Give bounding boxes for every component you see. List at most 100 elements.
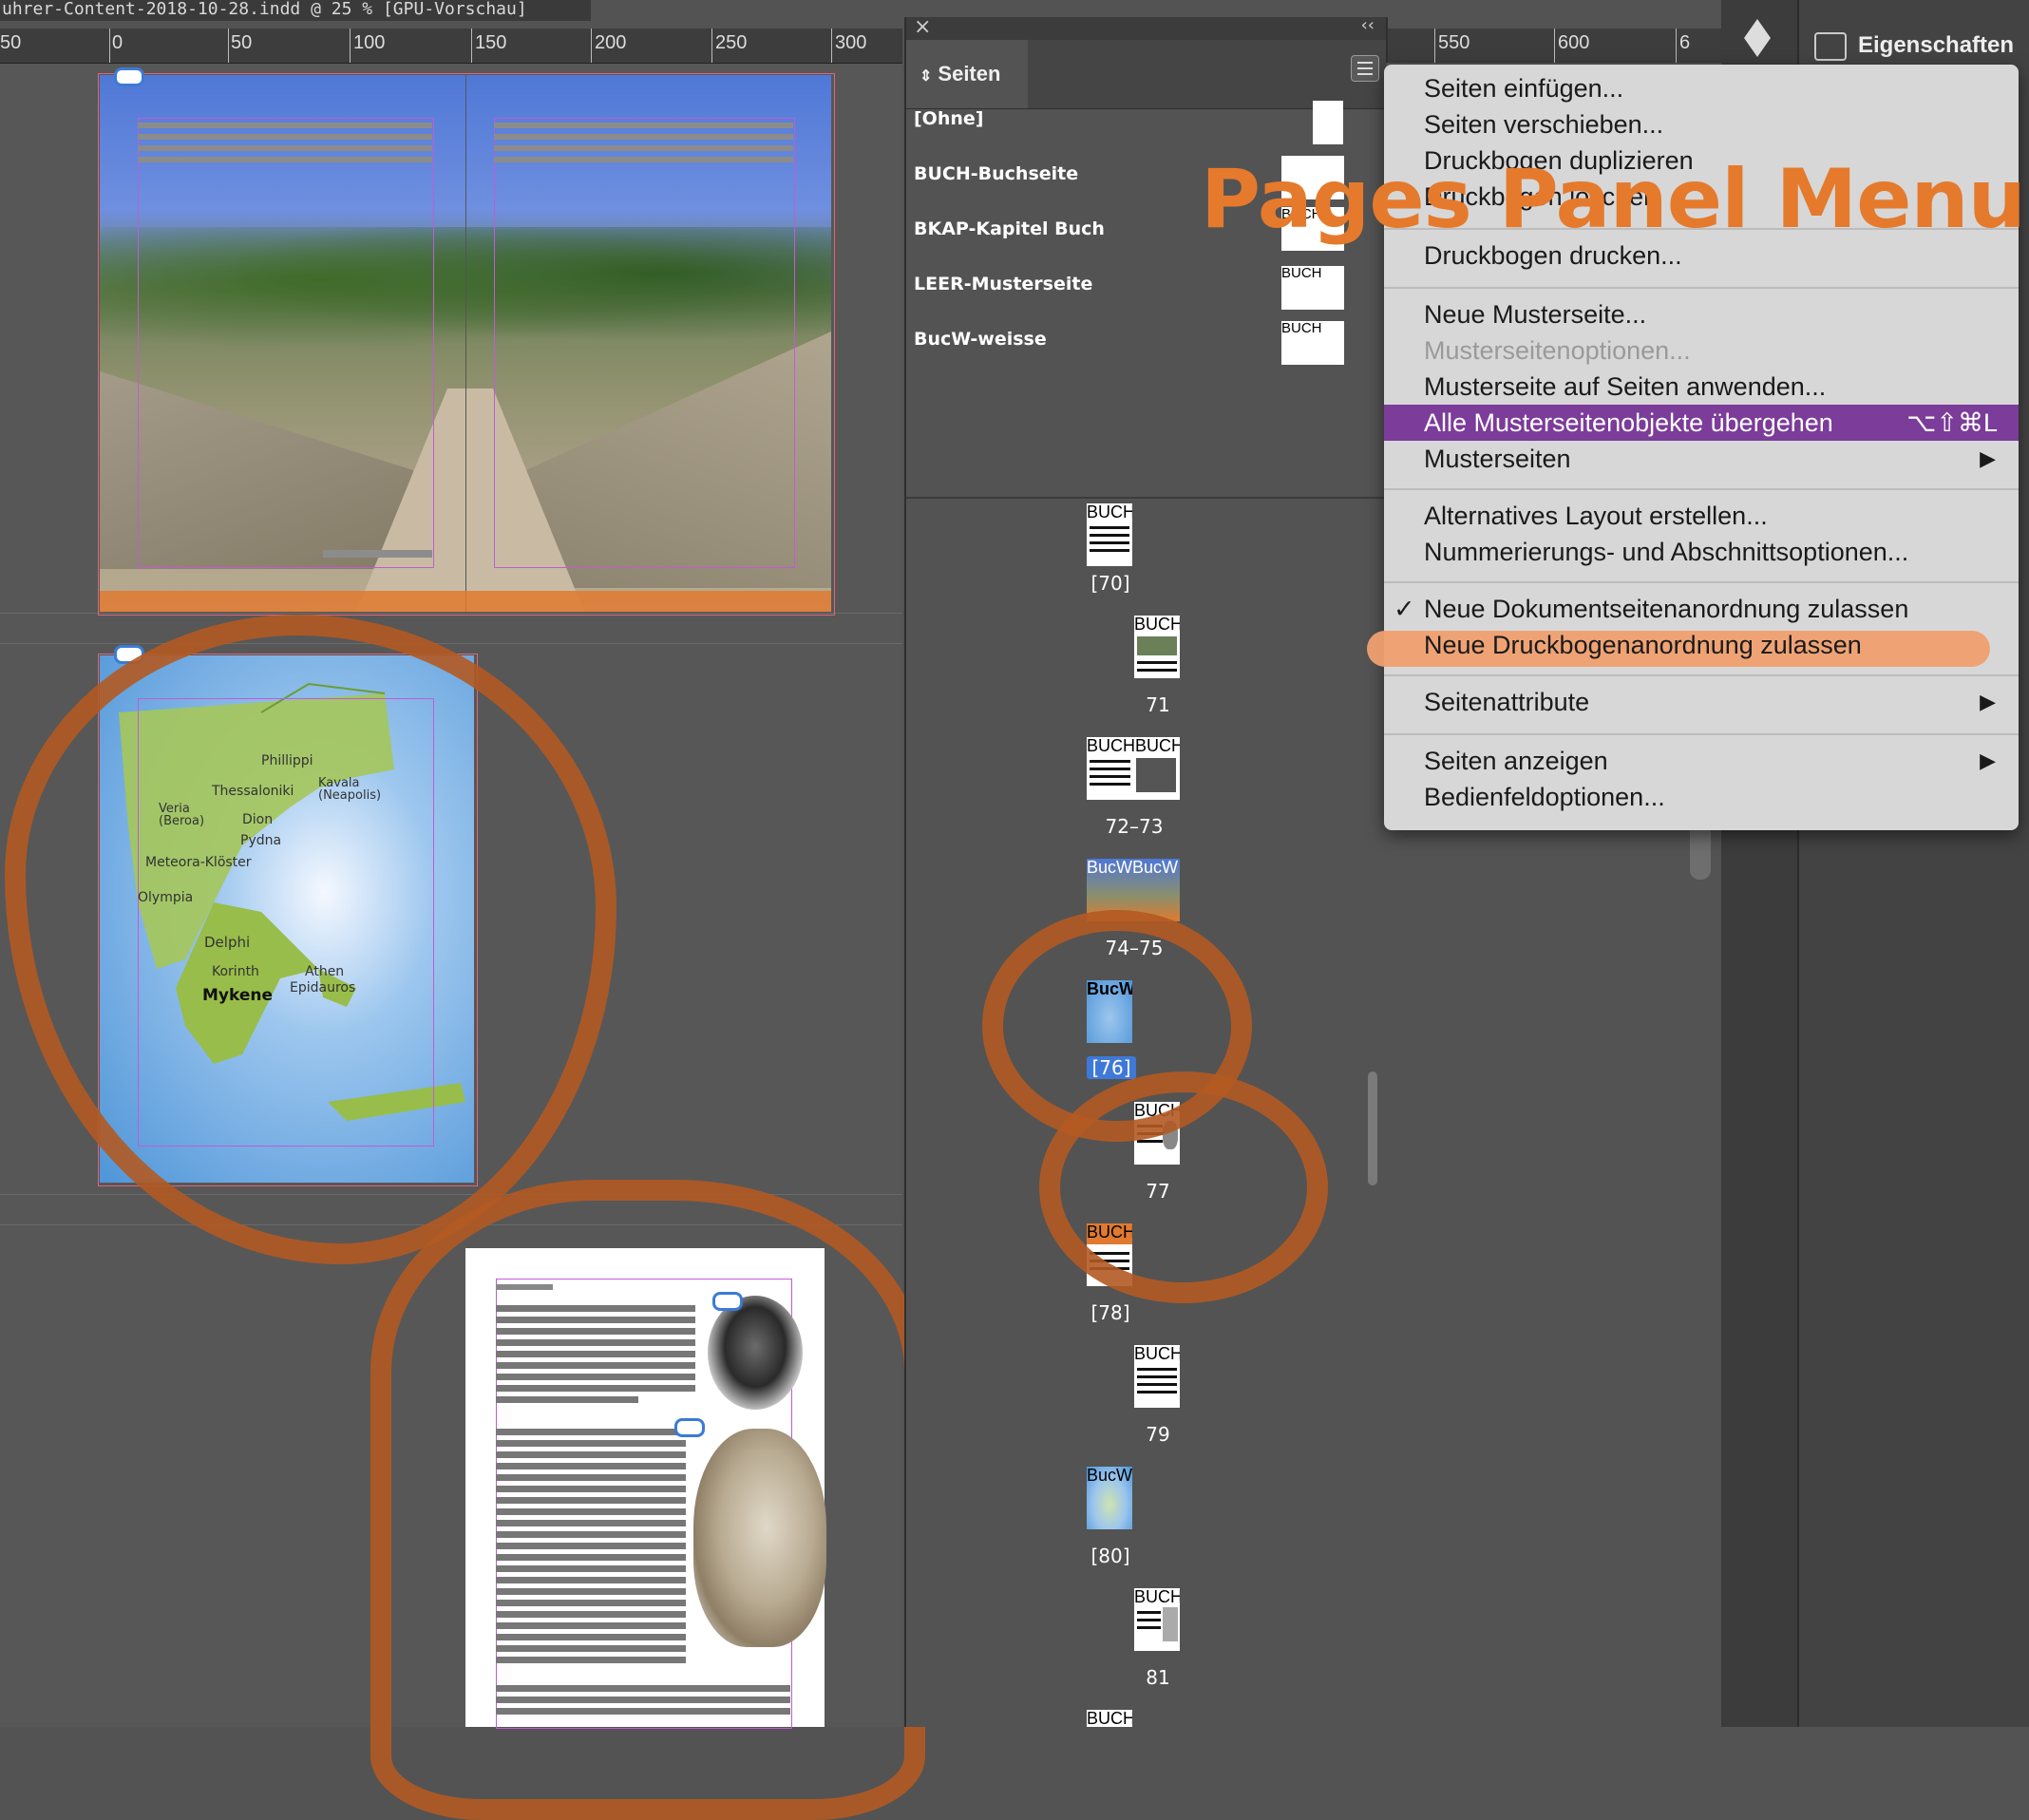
spread-thumb[interactable]: BUCHBUCH	[1087, 737, 1180, 800]
link-icon[interactable]	[674, 1418, 705, 1437]
menu-label: Alle Musterseitenobjekte übergehen	[1424, 408, 1833, 437]
highlight-strip	[100, 591, 831, 612]
menu-label: Musterseite auf Seiten anwenden...	[1424, 372, 1827, 401]
pages-panel-flyout-menu[interactable]: Seiten einfügen... Seiten verschieben...…	[1367, 65, 2019, 830]
page-number-selected[interactable]: [76]	[1087, 1056, 1136, 1079]
thumb-label: BUCH	[1134, 1102, 1180, 1120]
master-item[interactable]: BucW-weisse	[914, 329, 1047, 350]
collapse-icon[interactable]: ‹‹	[1361, 15, 1375, 35]
ruler-label: 150	[475, 32, 507, 53]
horizontal-ruler[interactable]: 50 0 50 100 150 200 250 300	[0, 28, 902, 64]
bleed-guide	[98, 73, 835, 616]
thumb-label: BUCH	[1134, 1588, 1180, 1606]
menu-item-allow-spread-shuffle[interactable]: Neue Druckbogenanordnung zulassen	[1384, 627, 2019, 663]
ruler-label: 600	[1558, 32, 1590, 53]
master-item[interactable]: BKAP-Kapitel Buch	[914, 218, 1105, 239]
submenu-arrow-icon: ▶	[1980, 690, 1996, 713]
page-thumb[interactable]: BUCH	[1134, 1345, 1180, 1408]
menu-label: Druckbogen löschen	[1424, 182, 1659, 211]
menu-label: Neue Musterseite...	[1424, 300, 1647, 329]
link-icon[interactable]	[712, 1292, 743, 1311]
menu-label: Musterseitenoptionen...	[1424, 336, 1691, 365]
ruler-label: 250	[715, 32, 748, 53]
menu-label: Seiten anzeigen	[1424, 747, 1608, 775]
portrait-photo[interactable]	[708, 1296, 803, 1410]
thumb-label: BucW	[1087, 980, 1132, 998]
bust-photo[interactable]	[693, 1429, 826, 1647]
master-item[interactable]: LEER-Musterseite	[914, 274, 1092, 294]
page-number[interactable]: [80]	[1068, 1545, 1153, 1567]
page-number[interactable]: [70]	[1068, 572, 1153, 595]
menu-item-masters-submenu[interactable]: Musterseiten ▶	[1384, 441, 2019, 477]
page-thumb[interactable]: BUCH	[1087, 503, 1132, 566]
page-number[interactable]: 79	[1115, 1423, 1201, 1446]
menu-item-allow-doc-pages-shuffle[interactable]: ✓ Neue Dokumentseitenanordnung zulassen	[1384, 591, 2019, 627]
thumb-label: BucWBucW	[1087, 859, 1179, 877]
page-thumb[interactable]: BUCH	[1134, 1102, 1180, 1165]
menu-item-apply-master[interactable]: Musterseite auf Seiten anwenden...	[1384, 369, 2019, 405]
layers-icon[interactable]	[1740, 19, 1778, 63]
bleed-guide	[98, 654, 478, 1186]
document-canvas[interactable]: Phillippi Thessaloniki Kavala (Neapolis)…	[0, 64, 925, 1820]
menu-item-print-spread[interactable]: Druckbogen drucken...	[1384, 237, 2019, 274]
menu-item-duplicate-spread[interactable]: Druckbogen duplizieren	[1384, 142, 2019, 179]
tab-pages[interactable]: ⇕ Seiten	[906, 40, 1028, 108]
thumb-label: BUCH	[1087, 1710, 1132, 1727]
page-thumb[interactable]: BUCH	[1134, 1588, 1180, 1651]
panel-divider[interactable]	[906, 497, 1386, 499]
menu-label: Druckbogen duplizieren	[1424, 146, 1694, 175]
menu-label: Seiten einfügen...	[1424, 74, 1624, 103]
close-icon[interactable]: ×	[914, 15, 931, 39]
page-thumb[interactable]: BUCH	[1087, 1223, 1132, 1286]
page-thumb[interactable]: BucW	[1087, 980, 1132, 1043]
sort-icon: ⇕	[920, 68, 933, 85]
submenu-arrow-icon: ▶	[1980, 749, 1996, 772]
menu-item-override-all-master[interactable]: Alle Musterseitenobjekte übergehen ⌥⇧⌘L	[1384, 405, 2019, 441]
page-number[interactable]: [78]	[1068, 1301, 1153, 1324]
master-item[interactable]: BUCH-Buchseite	[914, 163, 1078, 184]
master-thumb[interactable]: BUCH	[1281, 266, 1344, 310]
scrollbar-thumb[interactable]	[1368, 1071, 1377, 1185]
menu-item-page-attributes[interactable]: Seitenattribute ▶	[1384, 684, 2019, 720]
master-item[interactable]: [Ohne]	[914, 108, 983, 129]
pages-panel[interactable]: × ‹‹ ⇕ Seiten [Ohne] BUCH-Buchseite BKAP-…	[904, 15, 1388, 1727]
scroll-handle[interactable]	[1690, 823, 1711, 880]
menu-item-view-pages[interactable]: Seiten anzeigen ▶	[1384, 743, 2019, 779]
page-thumb[interactable]: BUCH	[1134, 616, 1180, 678]
menu-item-move-pages[interactable]: Seiten verschieben...	[1384, 106, 2019, 142]
thumb-label: BUCHBUCH	[1087, 737, 1180, 755]
scrollbar[interactable]	[1366, 511, 1379, 1717]
menu-item-numbering-options[interactable]: Nummerierungs- und Abschnittsoptionen...	[1384, 534, 2019, 570]
thumb-label: BUCH	[1134, 1345, 1180, 1363]
spread-thumb[interactable]: BucWBucW	[1087, 859, 1180, 921]
thumb-label: BUCH	[1134, 616, 1180, 634]
menu-item-panel-options[interactable]: Bedienfeldoptionen...	[1384, 779, 2019, 815]
menu-item-new-master[interactable]: Neue Musterseite...	[1384, 296, 2019, 332]
master-thumb[interactable]	[1281, 156, 1344, 199]
menu-label: Musterseiten	[1424, 445, 1571, 473]
link-icon[interactable]	[114, 67, 144, 86]
menu-item-alt-layout[interactable]: Alternatives Layout erstellen...	[1384, 498, 2019, 534]
checkmark-icon: ✓	[1394, 595, 1415, 623]
master-thumb[interactable]: BUCH	[1281, 207, 1344, 251]
page-number[interactable]: 71	[1115, 693, 1201, 716]
page-number[interactable]: 74–75	[1091, 937, 1177, 959]
page-number[interactable]: 77	[1115, 1180, 1201, 1203]
properties-label: Eigenschaften	[1858, 32, 2015, 58]
horizontal-ruler-right[interactable]: 550 600 6	[1385, 28, 1736, 64]
link-icon[interactable]	[114, 645, 144, 664]
master-thumb[interactable]: BUCH	[1281, 321, 1344, 365]
document-title: uhrer-Content-2018-10-28.indd @ 25 % [GP…	[0, 0, 591, 21]
menu-item-delete-spread[interactable]: Druckbogen löschen	[1384, 179, 2019, 215]
submenu-arrow-icon: ▶	[1980, 446, 1996, 470]
master-thumb[interactable]	[1313, 101, 1343, 144]
page-thumb[interactable]: BUCH	[1087, 1710, 1132, 1727]
page-number[interactable]: 72–73	[1091, 815, 1177, 838]
menu-item-insert-pages[interactable]: Seiten einfügen...	[1384, 70, 2019, 106]
page-number[interactable]: 81	[1115, 1666, 1201, 1689]
page-text[interactable]	[465, 1248, 826, 1729]
ruler-label: 50	[0, 32, 22, 53]
page-thumb[interactable]: BucW	[1087, 1467, 1132, 1529]
panel-menu-icon[interactable]	[1351, 55, 1379, 82]
menu-label: Bedienfeldoptionen...	[1424, 783, 1665, 811]
